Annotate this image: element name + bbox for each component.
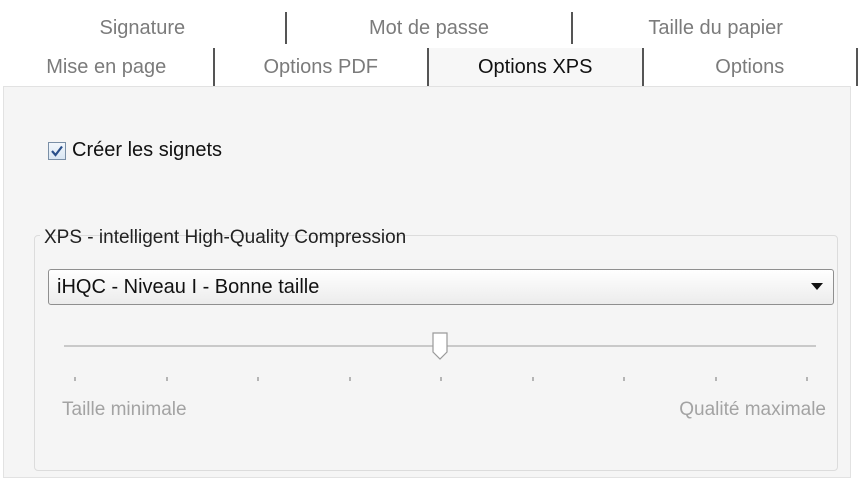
slider-tick — [714, 377, 717, 381]
compression-group-title: XPS - intelligent High-Quality Compressi… — [44, 227, 407, 248]
slider-tick — [440, 377, 442, 381]
create-bookmarks-checkbox[interactable] — [48, 141, 66, 160]
slider-tick — [806, 377, 808, 381]
slider-tick — [531, 377, 534, 381]
tab-row-back: Signature Mot de passe Taille du papier — [0, 10, 858, 44]
compression-level-select[interactable]: iHQC - Niveau I - Bonne taille — [48, 269, 834, 305]
slider-tick — [165, 377, 168, 381]
slider-tick — [348, 377, 351, 381]
tab-password[interactable]: Mot de passe — [286, 12, 574, 44]
tab-page-setup[interactable]: Mise en page — [0, 48, 215, 86]
tab-options[interactable]: Options — [643, 48, 858, 86]
tab-row-front: Mise en page Options PDF Options XPS Opt… — [0, 44, 858, 86]
slider-min-label: Taille minimale — [62, 399, 187, 420]
create-bookmarks-option[interactable]: Créer les signets — [48, 139, 222, 162]
slider-max-label: Qualité maximale — [679, 399, 826, 420]
chevron-down-icon[interactable] — [807, 277, 827, 297]
tab-pdf-options[interactable]: Options PDF — [214, 48, 429, 86]
tab-xps-options[interactable]: Options XPS — [429, 48, 644, 86]
slider-tick — [74, 377, 76, 381]
tab-paper-size[interactable]: Taille du papier — [573, 12, 858, 44]
slider-tick — [257, 377, 259, 381]
tab-signature[interactable]: Signature — [0, 12, 287, 44]
compression-level-value: iHQC - Niveau I - Bonne taille — [57, 275, 320, 298]
checkmark-icon — [51, 145, 63, 157]
quality-slider-thumb[interactable] — [432, 332, 448, 360]
slider-tick — [623, 377, 625, 381]
xps-options-panel: Créer les signets XPS - intelligent High… — [3, 86, 851, 478]
create-bookmarks-label: Créer les signets — [72, 139, 223, 161]
